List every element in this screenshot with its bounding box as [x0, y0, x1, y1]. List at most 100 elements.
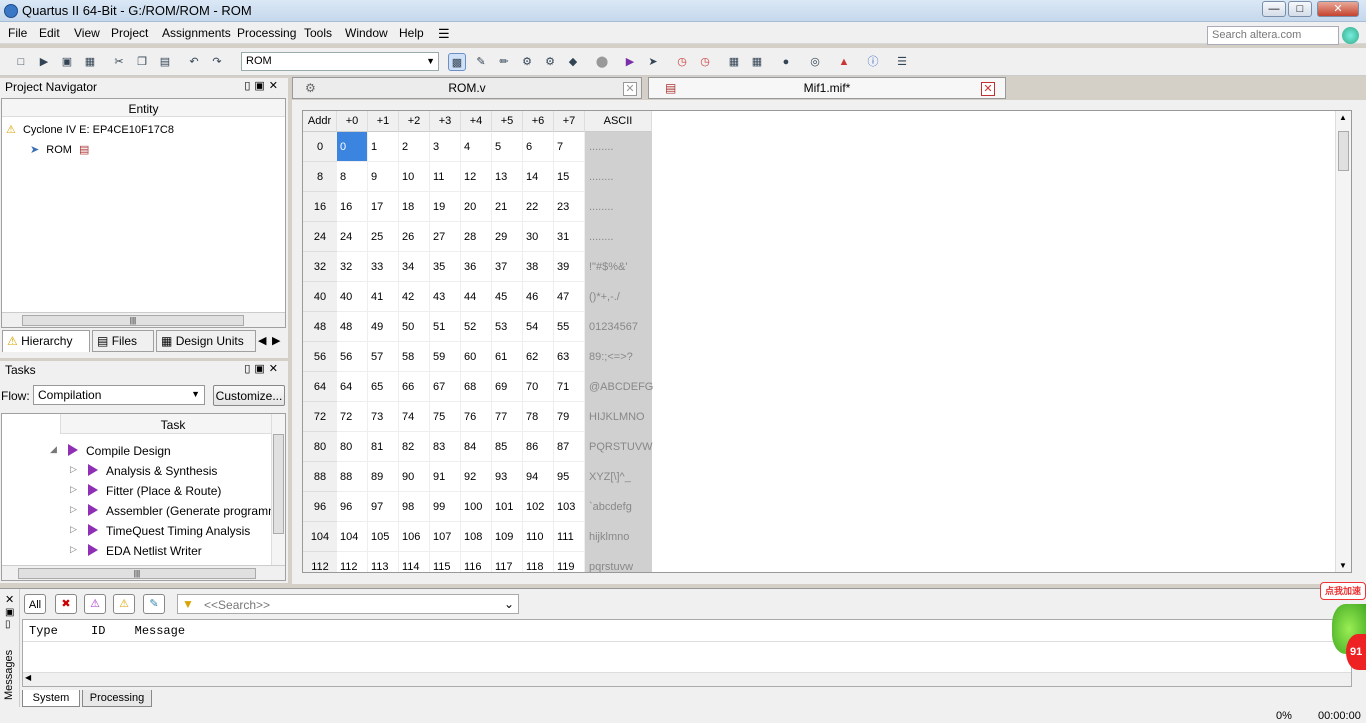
save-icon[interactable]: ▣: [58, 53, 76, 71]
memory-cell[interactable]: 10: [399, 162, 430, 192]
memory-cell[interactable]: 6: [523, 132, 554, 162]
memory-cell[interactable]: 22: [523, 192, 554, 222]
task-row[interactable]: ▷ Analysis & Synthesis: [2, 460, 274, 480]
memory-cell[interactable]: 3: [430, 132, 461, 162]
memory-cell[interactable]: 35: [430, 252, 461, 282]
memory-cell[interactable]: 39: [554, 252, 585, 282]
memory-cell[interactable]: 29: [492, 222, 523, 252]
memory-cell[interactable]: 50: [399, 312, 430, 342]
memory-cell[interactable]: 33: [368, 252, 399, 282]
filter-all-button[interactable]: All: [24, 594, 46, 614]
close-panel-icon[interactable]: ✕: [5, 593, 14, 606]
memory-cell[interactable]: 72: [337, 402, 368, 432]
menu-window[interactable]: Window: [345, 26, 388, 40]
panel-controls[interactable]: ▯▣✕: [244, 362, 282, 375]
accelerate-label[interactable]: 点我加速: [1320, 582, 1366, 600]
tab-design-units[interactable]: ▦ Design Units: [156, 330, 256, 352]
memory-cell[interactable]: 111: [554, 522, 585, 552]
memory-cell[interactable]: 112: [337, 552, 368, 572]
paste-icon[interactable]: ▤: [156, 53, 174, 71]
memory-cell[interactable]: 21: [492, 192, 523, 222]
tab-scroll-right-icon[interactable]: ▶: [272, 334, 280, 347]
memory-cell[interactable]: 74: [399, 402, 430, 432]
memory-cell[interactable]: 67: [430, 372, 461, 402]
memory-cell[interactable]: 53: [492, 312, 523, 342]
tab-system[interactable]: System: [22, 690, 80, 707]
memory-cell[interactable]: 103: [554, 492, 585, 522]
menu-help[interactable]: Help: [399, 26, 424, 40]
entity-selector[interactable]: ROM ▼: [241, 52, 439, 71]
memory-cell[interactable]: 115: [430, 552, 461, 572]
task-row[interactable]: ▷ Assembler (Generate programming: [2, 500, 274, 520]
expand-icon[interactable]: ▷: [70, 484, 77, 495]
memory-cell[interactable]: 51: [430, 312, 461, 342]
redo-icon[interactable]: ↷: [208, 53, 226, 71]
pin-icon[interactable]: ▯: [5, 619, 11, 630]
cut-icon[interactable]: ✂: [110, 53, 128, 71]
minimize-button[interactable]: —: [1262, 1, 1286, 17]
memory-cell[interactable]: 37: [492, 252, 523, 282]
suppressed-filter-icon[interactable]: ✎: [143, 594, 165, 614]
memory-cell[interactable]: 62: [523, 342, 554, 372]
memory-cell[interactable]: 60: [461, 342, 492, 372]
menu-processing[interactable]: Processing: [237, 26, 296, 40]
memory-cell[interactable]: 105: [368, 522, 399, 552]
memory-cell[interactable]: 88: [337, 462, 368, 492]
scroll-thumb[interactable]: [273, 434, 284, 534]
memory-cell[interactable]: 31: [554, 222, 585, 252]
menu-project[interactable]: Project: [111, 26, 148, 40]
memory-cell[interactable]: 34: [399, 252, 430, 282]
new-file-icon[interactable]: □: [12, 53, 30, 71]
menu-view[interactable]: View: [74, 26, 100, 40]
memory-cell[interactable]: 42: [399, 282, 430, 312]
memory-cell[interactable]: 80: [337, 432, 368, 462]
device-label[interactable]: Cyclone IV E: EP4CE10F17C8: [23, 124, 174, 136]
memory-cell[interactable]: 13: [492, 162, 523, 192]
scroll-up-icon[interactable]: ▲: [1339, 113, 1347, 122]
memory-cell[interactable]: 16: [337, 192, 368, 222]
stop-icon[interactable]: ⬤: [593, 53, 611, 71]
memory-cell[interactable]: 85: [492, 432, 523, 462]
memory-cell[interactable]: 92: [461, 462, 492, 492]
scroll-down-icon[interactable]: ▼: [1339, 561, 1347, 570]
memory-cell[interactable]: 30: [523, 222, 554, 252]
tab-files[interactable]: ▤ Files: [92, 330, 154, 352]
memory-cell[interactable]: 86: [523, 432, 554, 462]
help-chat-icon[interactable]: ☰: [438, 26, 450, 42]
mif-grid[interactable]: Addr +0 +1 +2 +3 +4 +5 +6 +7 ASCII 0 0 1 2 3 4 5 6 7.....…: [302, 110, 1352, 573]
memory-cell[interactable]: 36: [461, 252, 492, 282]
memory-cell[interactable]: 82: [399, 432, 430, 462]
memory-cell[interactable]: 114: [399, 552, 430, 572]
maximize-button[interactable]: □: [1288, 1, 1312, 17]
memory-cell[interactable]: 119: [554, 552, 585, 572]
memory-cell[interactable]: 117: [492, 552, 523, 572]
horizontal-scrollbar[interactable]: |||: [2, 312, 285, 327]
undo-icon[interactable]: ↶: [185, 53, 203, 71]
memory-cell[interactable]: 106: [399, 522, 430, 552]
task-row[interactable]: ▷ TimeQuest Timing Analysis: [2, 520, 274, 540]
vertical-scrollbar[interactable]: ▲ ▼: [1335, 111, 1351, 572]
memory-cell[interactable]: 45: [492, 282, 523, 312]
memory-cell[interactable]: 116: [461, 552, 492, 572]
memory-cell[interactable]: 43: [430, 282, 461, 312]
memory-cell[interactable]: 23: [554, 192, 585, 222]
expand-icon[interactable]: ▷: [70, 504, 77, 515]
feedback-icon[interactable]: ☰: [893, 53, 911, 71]
expand-icon[interactable]: ▷: [70, 464, 77, 475]
memory-cell[interactable]: 4: [461, 132, 492, 162]
memory-cell[interactable]: 97: [368, 492, 399, 522]
memory-cell[interactable]: 40: [337, 282, 368, 312]
memory-cell[interactable]: 44: [461, 282, 492, 312]
copy-icon[interactable]: ❐: [133, 53, 151, 71]
memory-cell[interactable]: 107: [430, 522, 461, 552]
memory-cell[interactable]: 113: [368, 552, 399, 572]
message-list[interactable]: Type ID Message ◀: [22, 619, 1352, 687]
tab-scroll-left-icon[interactable]: ◀: [258, 334, 266, 347]
tab-mif1-mif[interactable]: ▤ Mif1.mif* ✕: [648, 77, 1006, 99]
menu-assignments[interactable]: Assignments: [162, 26, 231, 40]
memory-cell[interactable]: 24: [337, 222, 368, 252]
chevron-down-icon[interactable]: ⌄: [504, 597, 514, 611]
memory-cell[interactable]: 100: [461, 492, 492, 522]
memory-cell[interactable]: 66: [399, 372, 430, 402]
memory-cell[interactable]: 81: [368, 432, 399, 462]
